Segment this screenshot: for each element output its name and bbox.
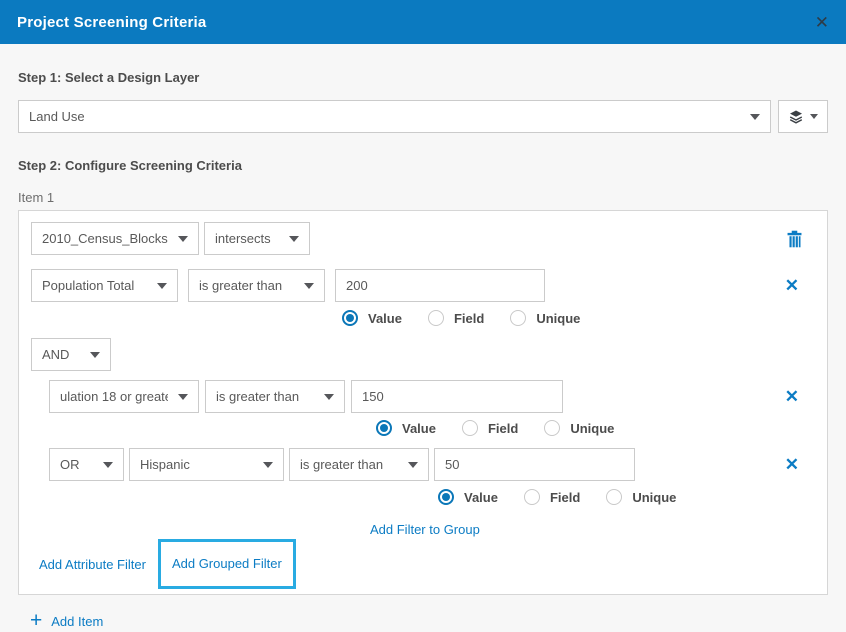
filter2-value-type-radios: Value Field Unique: [376, 420, 815, 436]
add-attribute-filter-link[interactable]: Add Attribute Filter: [39, 557, 146, 572]
layer-options-button[interactable]: [778, 100, 828, 133]
add-item-label: Add Item: [51, 614, 103, 629]
radio-unselected-icon: [524, 489, 540, 505]
plus-icon: +: [30, 613, 42, 629]
radio-label-unique: Unique: [632, 490, 676, 505]
filter3-logic-value: OR: [60, 457, 93, 472]
chevron-down-icon: [750, 114, 760, 120]
radio-label-field: Field: [454, 311, 484, 326]
chevron-down-icon: [263, 462, 273, 468]
filter2-radio-unique[interactable]: Unique: [544, 420, 614, 436]
radio-label-value: Value: [368, 311, 402, 326]
design-layer-value: Land Use: [29, 109, 740, 124]
group-logic-value: AND: [42, 347, 80, 362]
project-screening-criteria-dialog: Project Screening Criteria ✕ Step 1: Sel…: [0, 0, 846, 632]
filter3-operator-value: is greater than: [300, 457, 398, 472]
filter3-logic-select[interactable]: OR: [49, 448, 124, 481]
filter-links-row: Add Attribute Filter Add Grouped Filter: [31, 539, 815, 589]
dialog-body: Step 1: Select a Design Layer Land Use S…: [0, 70, 846, 629]
close-icon[interactable]: ✕: [815, 14, 829, 31]
filter2-value-input[interactable]: [351, 380, 563, 413]
chevron-down-icon: [157, 283, 167, 289]
remove-filter1-button[interactable]: ✕: [785, 277, 799, 294]
filter1-radio-value[interactable]: Value: [342, 310, 402, 326]
filter2-operator-value: is greater than: [216, 389, 314, 404]
grouped-filter-highlight-box: Add Grouped Filter: [158, 539, 296, 589]
add-item-button[interactable]: + Add Item: [30, 613, 103, 629]
radio-selected-icon: [342, 310, 358, 326]
filter3-value-input[interactable]: [434, 448, 635, 481]
filter1-value-type-radios: Value Field Unique: [342, 310, 815, 326]
add-filter-to-group-link[interactable]: Add Filter to Group: [370, 522, 480, 537]
filter2-field-value: ulation 18 or greater: [60, 389, 168, 404]
item-panel: 2010_Census_Blocks intersects: [18, 210, 828, 595]
filter3-radio-unique[interactable]: Unique: [606, 489, 676, 505]
radio-label-value: Value: [402, 421, 436, 436]
filter3-radio-value[interactable]: Value: [438, 489, 498, 505]
chevron-down-icon: [810, 114, 818, 119]
radio-label-field: Field: [488, 421, 518, 436]
group-logic-select[interactable]: AND: [31, 338, 111, 371]
remove-filter3-button[interactable]: ✕: [785, 456, 799, 473]
radio-unselected-icon: [510, 310, 526, 326]
step2-label: Step 2: Configure Screening Criteria: [18, 158, 828, 173]
chevron-down-icon: [304, 283, 314, 289]
filter1-value-input[interactable]: [335, 269, 545, 302]
chevron-down-icon: [90, 352, 100, 358]
radio-selected-icon: [438, 489, 454, 505]
filter1-radio-unique[interactable]: Unique: [510, 310, 580, 326]
trash-icon: [786, 230, 803, 248]
radio-unselected-icon: [428, 310, 444, 326]
filter1-operator-value: is greater than: [199, 278, 294, 293]
spatial-operator-select[interactable]: intersects: [204, 222, 310, 255]
radio-label-unique: Unique: [536, 311, 580, 326]
filter2-operator-select[interactable]: is greater than: [205, 380, 345, 413]
chevron-down-icon: [103, 462, 113, 468]
design-layer-select[interactable]: Land Use: [18, 100, 771, 133]
radio-selected-icon: [376, 420, 392, 436]
filter2-radio-field[interactable]: Field: [462, 420, 518, 436]
filter1-field-value: Population Total: [42, 278, 147, 293]
remove-filter2-button[interactable]: ✕: [785, 388, 799, 405]
criteria-layer-value: 2010_Census_Blocks: [42, 231, 168, 246]
radio-unselected-icon: [462, 420, 478, 436]
filter2-radio-value[interactable]: Value: [376, 420, 436, 436]
filter3-field-value: Hispanic: [140, 457, 253, 472]
title-bar: Project Screening Criteria ✕: [0, 0, 846, 44]
filter3-field-select[interactable]: Hispanic: [129, 448, 284, 481]
step1-label: Step 1: Select a Design Layer: [18, 70, 828, 85]
chevron-down-icon: [324, 394, 334, 400]
radio-label-unique: Unique: [570, 421, 614, 436]
attribute-filter-row-1: Population Total is greater than ✕: [31, 269, 815, 302]
radio-label-value: Value: [464, 490, 498, 505]
spatial-criteria-row: 2010_Census_Blocks intersects: [31, 222, 815, 255]
filter1-radio-field[interactable]: Field: [428, 310, 484, 326]
filter3-operator-select[interactable]: is greater than: [289, 448, 429, 481]
filter2-field-select[interactable]: ulation 18 or greater: [49, 380, 199, 413]
chevron-down-icon: [408, 462, 418, 468]
radio-unselected-icon: [606, 489, 622, 505]
grouped-filter-row-1: ulation 18 or greater is greater than ✕: [49, 380, 815, 413]
filter1-field-select[interactable]: Population Total: [31, 269, 178, 302]
item-label: Item 1: [18, 190, 828, 205]
radio-unselected-icon: [544, 420, 560, 436]
filter1-operator-select[interactable]: is greater than: [188, 269, 325, 302]
filter3-radio-field[interactable]: Field: [524, 489, 580, 505]
design-layer-row: Land Use: [18, 100, 828, 133]
group-logic-row: AND: [31, 338, 815, 371]
chevron-down-icon: [178, 394, 188, 400]
grouped-filter-row-2: OR Hispanic is greater than ✕: [49, 448, 815, 481]
radio-label-field: Field: [550, 490, 580, 505]
delete-item-button[interactable]: [786, 230, 803, 248]
chevron-down-icon: [178, 236, 188, 242]
layers-icon: [788, 109, 804, 125]
add-grouped-filter-link[interactable]: Add Grouped Filter: [172, 556, 282, 571]
filter3-value-type-radios: Value Field Unique: [438, 489, 815, 505]
page-title: Project Screening Criteria: [17, 14, 206, 31]
spatial-operator-value: intersects: [215, 231, 279, 246]
criteria-layer-select[interactable]: 2010_Census_Blocks: [31, 222, 199, 255]
chevron-down-icon: [289, 236, 299, 242]
